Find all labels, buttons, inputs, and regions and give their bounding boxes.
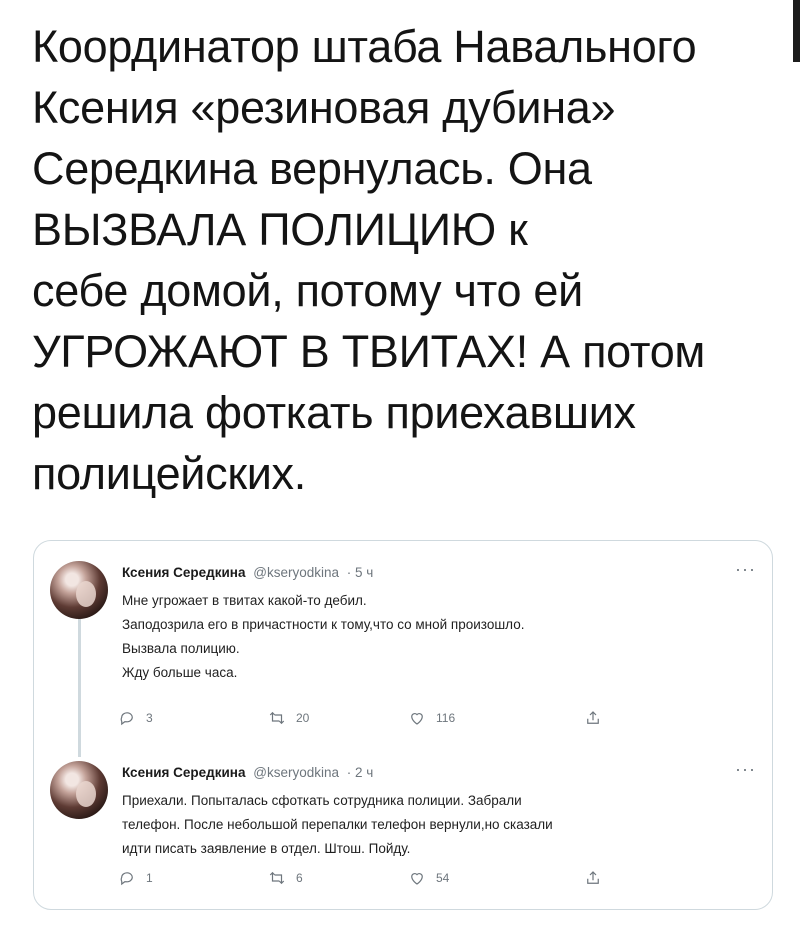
reply-count: 3 — [146, 711, 153, 725]
retweet-count: 20 — [296, 711, 310, 725]
share-icon — [587, 711, 599, 724]
tweet-thread-card: Ксения Середкина @kseryodkina · 5 ч ··· … — [33, 540, 773, 910]
headline-line: Середкина вернулась. Она — [32, 143, 592, 194]
tweet-text: Приехали. Попыталась сфоткать сотрудника… — [122, 789, 752, 861]
like-count: 116 — [436, 711, 456, 725]
tweet-time[interactable]: · 5 ч — [347, 565, 374, 580]
tweet-header: Ксения Середкина @kseryodkina · 2 ч — [122, 765, 373, 780]
headline-line: полицейских. — [32, 448, 306, 499]
tweet[interactable]: Ксения Середкина @kseryodkina · 2 ч ··· … — [34, 751, 772, 901]
like-count: 54 — [436, 871, 450, 885]
avatar[interactable] — [50, 561, 108, 619]
share-button[interactable] — [584, 709, 602, 727]
share-icon — [587, 871, 599, 884]
author-handle[interactable]: @kseryodkina — [253, 765, 339, 780]
reply-button[interactable]: 3 — [118, 709, 153, 727]
tweet-text-line: телефон. После небольшой перепалки телеф… — [122, 817, 553, 832]
edge-scrollbar-fragment — [793, 0, 800, 62]
tweet-time[interactable]: · 2 ч — [347, 765, 374, 780]
headline-text: Координатор штаба Навального Ксения «рез… — [32, 16, 772, 504]
headline-line: себе домой, потому что ей — [32, 265, 583, 316]
reply-icon — [120, 872, 133, 886]
tweet-text-line: Заподозрила его в причастности к тому,чт… — [122, 617, 525, 632]
reply-button[interactable]: 1 — [118, 869, 153, 887]
retweet-button[interactable]: 6 — [268, 869, 303, 887]
tweet-header: Ксения Середкина @kseryodkina · 5 ч — [122, 565, 373, 580]
author-name[interactable]: Ксения Середкина — [122, 765, 245, 780]
avatar[interactable] — [50, 761, 108, 819]
tweet-text-line: идти писать заявление в отдел. Штош. Пой… — [122, 841, 411, 856]
headline-line: УГРОЖАЮТ В ТВИТАХ! А потом — [32, 326, 706, 377]
tweet-text: Мне угрожает в твитах какой-то дебил. За… — [122, 589, 752, 685]
retweet-count: 6 — [296, 871, 303, 885]
headline-line: решила фоткать приехавших — [32, 387, 636, 438]
retweet-icon — [269, 711, 285, 725]
tweet-text-line: Жду больше часа. — [122, 665, 238, 680]
author-name[interactable]: Ксения Середкина — [122, 565, 245, 580]
tweet-actions: 1 6 54 — [118, 869, 638, 889]
tweet-text-line: Мне угрожает в твитах какой-то дебил. — [122, 593, 367, 608]
headline-line: Координатор штаба Навального — [32, 21, 697, 72]
tweet-text-line: Приехали. Попыталась сфоткать сотрудника… — [122, 793, 522, 808]
tweet-text-line: Вызвала полицию. — [122, 641, 240, 656]
heart-icon — [411, 873, 423, 885]
like-button[interactable]: 116 — [408, 709, 455, 727]
thread-connector-line — [78, 617, 81, 757]
like-button[interactable]: 54 — [408, 869, 449, 887]
author-handle[interactable]: @kseryodkina — [253, 565, 339, 580]
reply-icon — [120, 712, 133, 726]
headline-line: Ксения «резиновая дубина» — [32, 82, 616, 133]
more-options-icon[interactable]: ··· — [735, 759, 756, 780]
headline-line: ВЫЗВАЛА ПОЛИЦИЮ к — [32, 204, 528, 255]
retweet-button[interactable]: 20 — [268, 709, 309, 727]
heart-icon — [411, 713, 423, 725]
tweet-actions: 3 20 116 — [118, 709, 638, 729]
reply-count: 1 — [146, 871, 153, 885]
share-button[interactable] — [584, 869, 602, 887]
more-options-icon[interactable]: ··· — [735, 559, 756, 580]
retweet-icon — [269, 871, 285, 885]
tweet[interactable]: Ксения Середкина @kseryodkina · 5 ч ··· … — [34, 551, 772, 757]
